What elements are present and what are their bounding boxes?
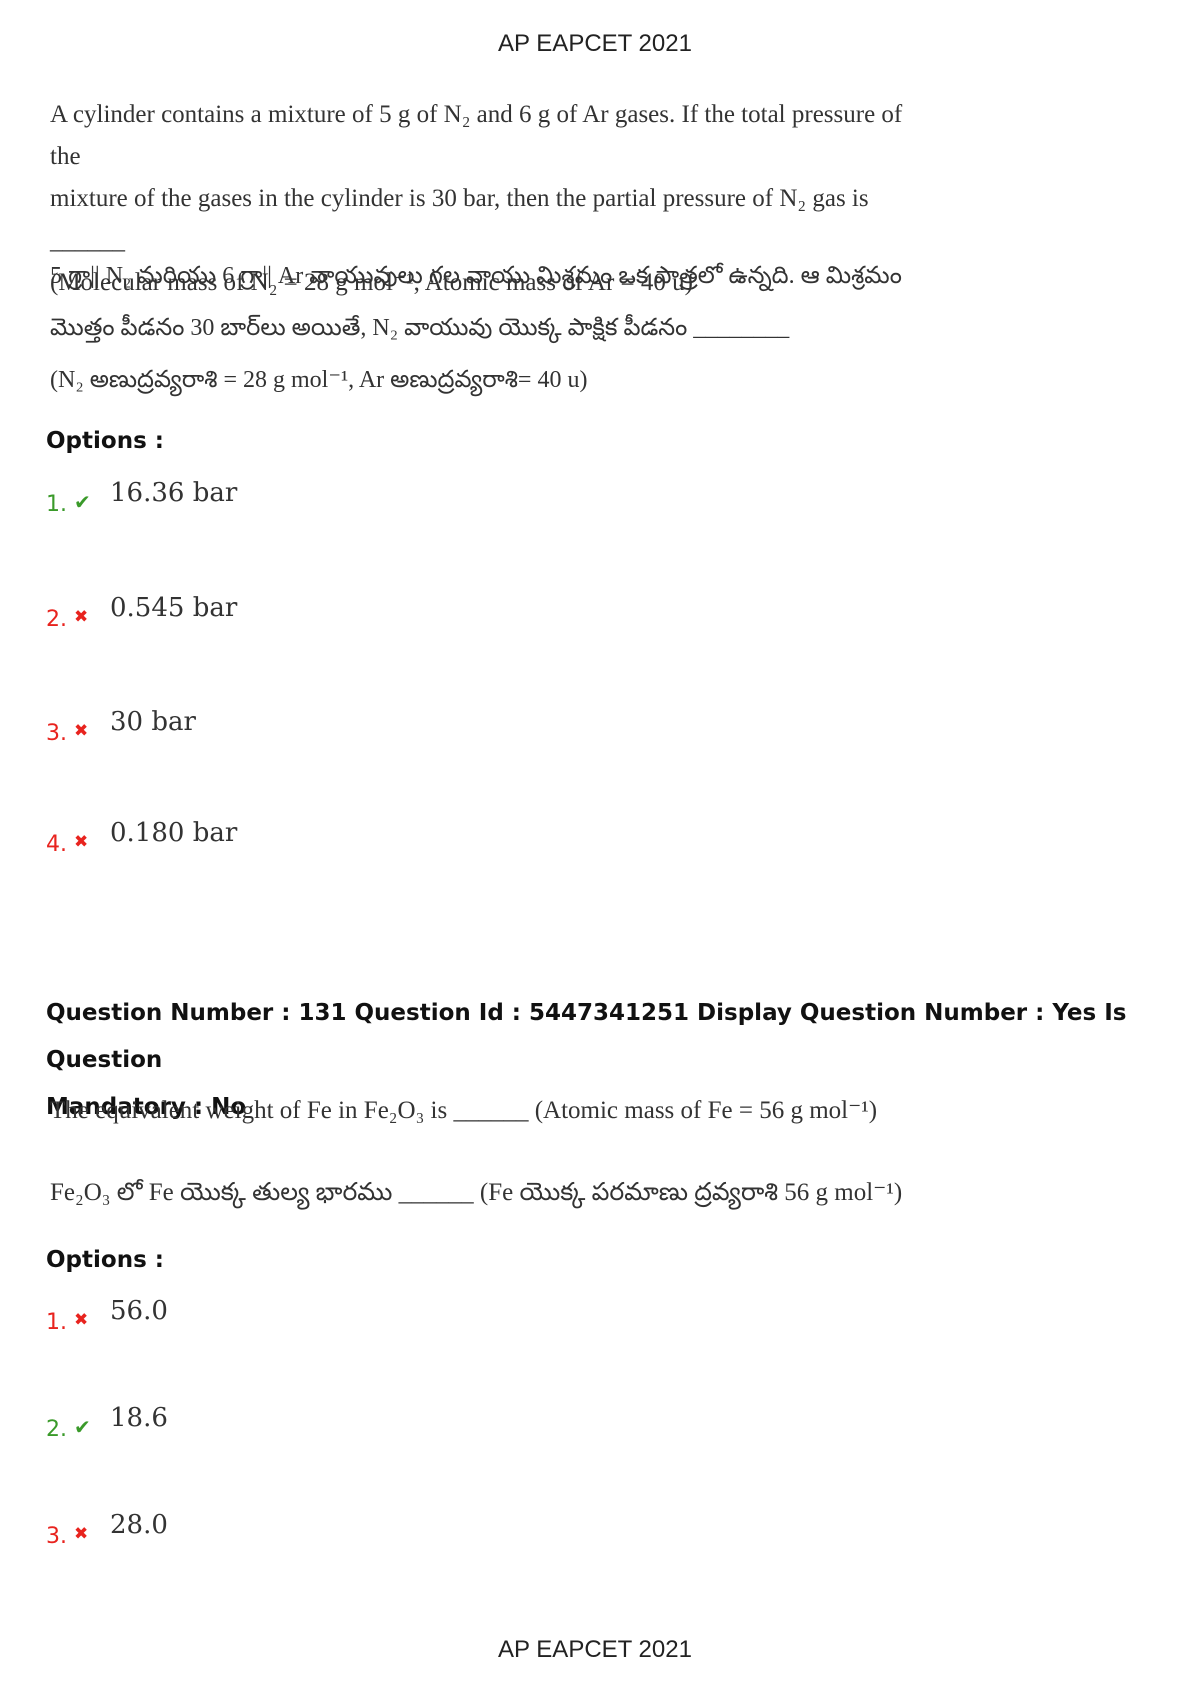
option-value: 16.36 bar (110, 478, 238, 508)
question-1-english-line-1: A cylinder contains a mixture of 5 g of … (50, 101, 903, 170)
cross-icon: ✖ (74, 1310, 89, 1330)
option-number: 2. (46, 607, 67, 632)
option-number: 4. (46, 832, 67, 857)
option-number: 1. (46, 1310, 67, 1335)
question-1-options-label: Options : (46, 428, 164, 454)
page-footer: AP EAPCET 2021 (498, 1636, 692, 1663)
question-2-meta-line-1: Question Number : 131 Question Id : 5447… (46, 1000, 1127, 1073)
option-number: 3. (46, 1524, 67, 1549)
question-2-english: The equivalent weight of Fe in Fe₂O₃ is … (50, 1097, 878, 1124)
option-value: 28.0 (110, 1510, 168, 1540)
cross-icon: ✖ (74, 721, 89, 741)
question-2-telugu: Fe₂O₃ లో Fe యొక్క తుల్య భారము ______ (Fe… (50, 1179, 903, 1206)
option-value: 18.6 (110, 1403, 168, 1433)
option-value: 56.0 (110, 1296, 168, 1326)
option-number: 2. (46, 1417, 67, 1442)
cross-icon: ✖ (74, 607, 89, 627)
check-icon: ✔ (74, 1415, 91, 1439)
question-1-telugu-line-2: మొత్తం పీడనం 30 బార్‌లు అయితే, N₂ వాయువు… (50, 315, 790, 341)
check-icon: ✔ (74, 490, 91, 514)
option-number: 1. (46, 492, 67, 517)
cross-icon: ✖ (74, 1524, 89, 1544)
option-number: 3. (46, 721, 67, 746)
question-2-options-label: Options : (46, 1247, 164, 1273)
question-1-telugu-line-1: 5 గ్రా|| N₂ మరియు 6 గ్రా|| Ar వాయువులు గ… (50, 263, 902, 289)
option-value: 0.180 bar (110, 818, 238, 848)
question-1-telugu: 5 గ్రా|| N₂ మరియు 6 గ్రా|| Ar వాయువులు గ… (50, 250, 930, 406)
cross-icon: ✖ (74, 832, 89, 852)
page-header: AP EAPCET 2021 (498, 30, 692, 57)
option-value: 0.545 bar (110, 593, 238, 623)
question-1-telugu-line-3: (N₂ అణుద్రవ్యరాశి = 28 g mol⁻¹, Ar అణుద్… (50, 367, 588, 393)
option-value: 30 bar (110, 707, 196, 737)
